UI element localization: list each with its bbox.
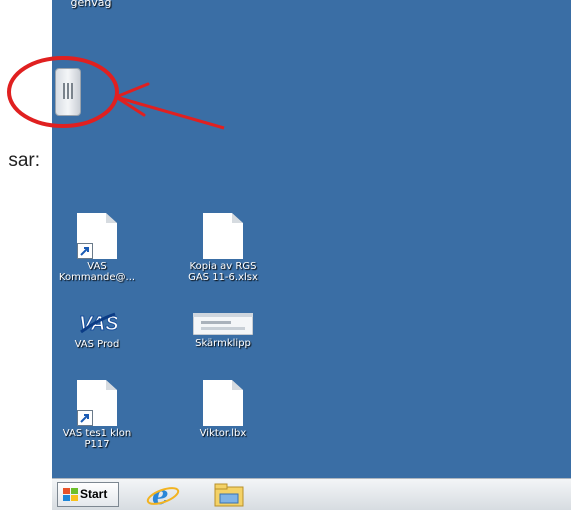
internet-explorer-icon[interactable]: e	[146, 481, 180, 508]
icon-label: Viktor.lbx	[199, 428, 247, 439]
taskbar: Start e	[52, 478, 571, 510]
icon-label: GAS 11-6.xlsx	[188, 272, 258, 283]
annotation-arrow-head	[114, 82, 150, 117]
vas-logo-icon: VAS	[79, 313, 118, 336]
desktop-icon-vas-prod[interactable]: VAS VAS Prod	[52, 308, 142, 351]
start-button[interactable]: Start	[57, 482, 119, 507]
desktop-icon-vas-kommande[interactable]: VAS Kommande@...	[52, 213, 142, 283]
annotation-circle	[7, 56, 119, 128]
side-text: sar:	[8, 150, 40, 171]
icon-label: P117	[84, 439, 110, 450]
document-shortcut-icon	[77, 380, 117, 426]
desktop-icon-skarmklipp[interactable]: Skärmklipp	[178, 313, 268, 349]
icon-label: VAS tes1 klon	[62, 428, 132, 439]
icon-label: Kommande@...	[58, 272, 136, 283]
icon-label: VAS	[87, 261, 107, 272]
start-label: Start	[80, 487, 108, 501]
desktop-icon-kopia-av-rgs[interactable]: Kopia av RGS GAS 11-6.xlsx	[178, 213, 268, 283]
document-icon	[203, 213, 243, 259]
file-explorer-icon[interactable]	[212, 481, 246, 508]
desktop-icon-vas-tes1-klon[interactable]: VAS tes1 klon P117	[52, 380, 142, 450]
desktop-icon-viktor-lbx[interactable]: Viktor.lbx	[178, 380, 268, 439]
document-shortcut-icon	[77, 213, 117, 259]
windows-flag-icon	[63, 488, 78, 501]
icon-label: Skärmklipp	[195, 338, 251, 349]
document-icon	[203, 380, 243, 426]
red-annotation	[7, 56, 225, 130]
icon-label: VAS Prod	[74, 339, 120, 350]
screenshot-thumbnail-icon	[193, 313, 253, 335]
icon-label: Kopia av RGS	[189, 261, 257, 272]
annotation-arrow-shaft	[115, 95, 225, 130]
